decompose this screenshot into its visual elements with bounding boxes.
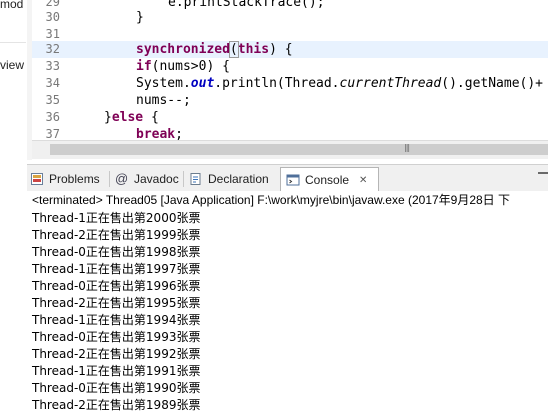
console-line: Thread-1正在售出第1991张票 <box>32 364 201 378</box>
static-method-token: currentThread <box>339 76 442 91</box>
scrollbar-grip-icon: ||| <box>404 143 410 152</box>
tab-label: Javadoc <box>134 172 179 186</box>
console-line: Thread-0正在售出第1998张票 <box>32 245 201 259</box>
line-number: 35 <box>45 93 60 107</box>
console-line: Thread-2正在售出第1989张票 <box>32 398 201 412</box>
package-explorer-edge: mod view <box>0 0 28 160</box>
close-icon[interactable]: ✕ <box>359 175 367 186</box>
console-launch-header: <terminated> Thread05 [Java Application]… <box>27 191 548 210</box>
code-text: ) { <box>269 42 293 57</box>
tab-console[interactable]: Console ✕ <box>280 167 379 192</box>
code-line-35: 35 nums--; <box>32 92 548 109</box>
keyword-token: synchronized <box>136 42 230 57</box>
code-text: nums--; <box>136 93 191 108</box>
code-editor[interactable]: 29 e.printStackTrace(); 30 } 31 32 synch… <box>32 0 548 140</box>
explorer-fragment-mid: view <box>0 58 25 72</box>
console-line: Thread-0正在售出第1993张票 <box>32 330 201 344</box>
line-number: 36 <box>45 110 60 124</box>
code-line-32: 32 synchronized(this) { <box>32 41 548 58</box>
tab-label: Problems <box>49 172 100 186</box>
code-line-36: 36 }else { <box>32 109 548 126</box>
tab-javadoc[interactable]: @ Javadoc <box>115 168 179 190</box>
declaration-icon <box>189 172 203 186</box>
line-number: 33 <box>45 59 60 73</box>
code-text: } <box>136 10 144 25</box>
code-text: ().getName()+ <box>441 76 544 91</box>
console-line: Thread-2正在售出第1999张票 <box>32 228 201 242</box>
console-line: Thread-0正在售出第1996张票 <box>32 279 201 293</box>
console-output[interactable]: Thread-1正在售出第2000张票 Thread-2正在售出第1999张票 … <box>27 210 548 419</box>
static-field-token: out <box>190 76 215 91</box>
keyword-token: if <box>136 59 152 74</box>
tab-divider <box>109 171 110 187</box>
minimize-icon[interactable] <box>537 168 548 186</box>
line-number: 34 <box>45 76 60 90</box>
tab-declaration[interactable]: Declaration <box>189 168 269 190</box>
console-line: Thread-0正在售出第1990张票 <box>32 381 201 395</box>
problems-icon <box>30 172 44 186</box>
console-line: Thread-1正在售出第1997张票 <box>32 262 201 276</box>
tab-label: Console <box>305 173 350 187</box>
code-text: .println(Thread. <box>214 76 340 91</box>
view-tab-bar: Problems @ Javadoc Declaration Console ✕ <box>27 164 548 192</box>
console-icon <box>286 173 300 187</box>
keyword-token: else <box>111 110 144 125</box>
explorer-fragment-top: mod <box>0 0 24 11</box>
code-text: (nums>0) { <box>151 59 230 74</box>
code-text: ; <box>175 127 183 140</box>
keyword-token: break <box>136 127 176 140</box>
matched-bracket: ( <box>228 41 239 58</box>
at-icon: @ <box>115 171 129 186</box>
code-line-37: 37 break; <box>32 126 548 140</box>
code-line-30: 30 } <box>32 9 548 26</box>
code-line-33: 33 if(nums>0) { <box>32 58 548 75</box>
line-number: 32 <box>45 42 60 56</box>
editor-horizontal-scrollbar[interactable]: ||| <box>32 140 548 159</box>
console-line: Thread-2正在售出第1992张票 <box>32 347 201 361</box>
code-text: { <box>143 110 159 125</box>
tab-problems[interactable]: Problems <box>30 168 100 190</box>
code-text: System. <box>136 76 191 91</box>
tab-label: Declaration <box>208 172 269 186</box>
line-number: 37 <box>45 127 60 140</box>
tab-divider <box>183 171 184 187</box>
line-number: 30 <box>45 10 60 24</box>
console-line: Thread-1正在售出第2000张票 <box>32 211 201 225</box>
explorer-divider <box>0 42 26 43</box>
code-line-34: 34 System.out.println(Thread.currentThre… <box>32 75 548 92</box>
scrollbar-thumb[interactable] <box>50 144 548 155</box>
console-line: Thread-1正在售出第1994张票 <box>32 313 201 327</box>
code-text: } <box>104 110 112 125</box>
console-line: Thread-2正在售出第1995张票 <box>32 296 201 310</box>
keyword-token: this <box>237 42 270 57</box>
